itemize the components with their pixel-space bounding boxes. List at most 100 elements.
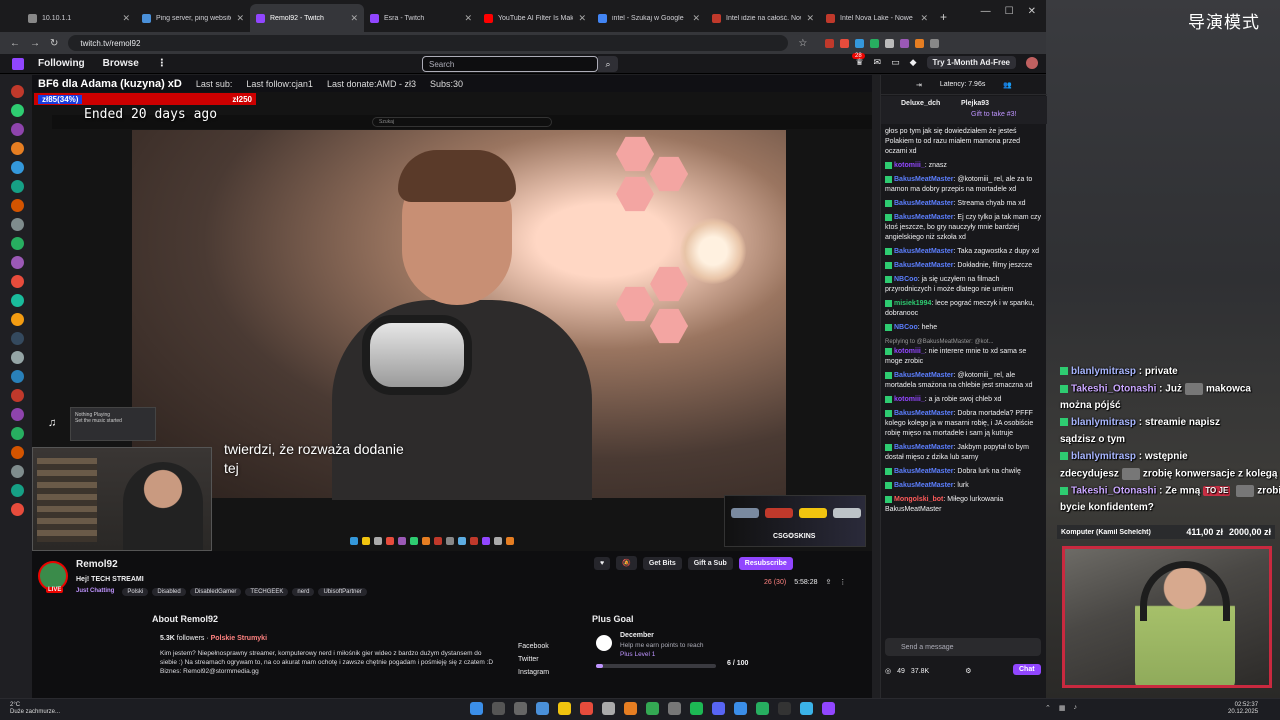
tab-close-icon[interactable]: ✕ xyxy=(464,13,472,24)
video-player[interactable]: BF6 dla Adama (kuzyna) xD Last sub: Last… xyxy=(32,75,872,551)
sidebar-channel-avatar[interactable] xyxy=(11,256,24,269)
chat-username[interactable]: BakusMeatMaster xyxy=(894,482,954,489)
app-icon[interactable] xyxy=(580,702,593,715)
gift-sub-button[interactable]: Gift a Sub xyxy=(687,556,733,570)
chat-username[interactable]: BakusMeatMaster xyxy=(894,444,954,451)
chat-username[interactable]: NBCoo xyxy=(894,276,918,283)
social-link[interactable]: Twitter xyxy=(518,656,549,663)
nav-following[interactable]: Following xyxy=(38,58,85,69)
sidebar-channel-avatar[interactable] xyxy=(11,142,24,155)
tab-close-icon[interactable]: ✕ xyxy=(122,13,130,24)
nav-browse[interactable]: Browse xyxy=(103,58,139,69)
close-icon[interactable]: ✕ xyxy=(1028,6,1036,17)
tab-close-icon[interactable]: ✕ xyxy=(350,13,358,24)
maximize-icon[interactable]: ☐ xyxy=(1005,6,1014,17)
social-link[interactable]: Instagram xyxy=(518,669,549,676)
obs-icon[interactable] xyxy=(778,702,791,715)
sidebar-channel-avatar[interactable] xyxy=(11,465,24,478)
tab-close-icon[interactable]: ✕ xyxy=(806,13,814,24)
sidebar-channel-avatar[interactable] xyxy=(11,161,24,174)
browser-tab[interactable]: 10.10.1.1 ✕ xyxy=(22,4,136,32)
sidebar-channel-avatar[interactable] xyxy=(11,275,24,288)
chat-username[interactable]: BakusMeatMaster xyxy=(894,200,954,207)
extension-icon[interactable] xyxy=(900,38,910,48)
tag[interactable]: Disabled xyxy=(152,588,186,596)
spotify-icon[interactable] xyxy=(690,702,703,715)
chat-username[interactable]: BakusMeatMaster xyxy=(894,468,954,475)
chat-username[interactable]: BakusMeatMaster xyxy=(894,372,954,379)
tag[interactable]: DisabledGamer xyxy=(189,588,242,596)
extension-icon[interactable] xyxy=(915,38,925,48)
chevron-up-icon[interactable]: ⌃ xyxy=(1045,704,1051,712)
app-icon[interactable] xyxy=(822,702,835,715)
sidebar-channel-avatar[interactable] xyxy=(11,332,24,345)
collapse-chat-icon[interactable]: ⇥ xyxy=(916,81,922,89)
sidebar-channel-avatar[interactable] xyxy=(11,408,24,421)
sidebar-channel-avatar[interactable] xyxy=(11,199,24,212)
sidebar-channel-avatar[interactable] xyxy=(11,446,24,459)
sidebar-channel-avatar[interactable] xyxy=(11,180,24,193)
chat-input[interactable]: Send a message xyxy=(885,638,1041,656)
notification-bell-icon[interactable]: 🔕 xyxy=(616,556,637,570)
sidebar-channel-avatar[interactable] xyxy=(11,123,24,136)
chat-username[interactable]: misiek1994 xyxy=(894,300,931,307)
app-icon[interactable] xyxy=(800,702,813,715)
social-link[interactable]: Facebook xyxy=(518,643,549,650)
channel-name[interactable]: Remol92 xyxy=(76,559,118,570)
search-icon[interactable] xyxy=(492,702,505,715)
gift-cta[interactable]: Gift to take #3! xyxy=(971,111,1017,118)
twitch-logo-icon[interactable] xyxy=(12,57,24,70)
chat-username[interactable]: kotomiii_ xyxy=(894,396,925,403)
discord-icon[interactable] xyxy=(712,702,725,715)
share-icon[interactable]: ⇪ xyxy=(826,578,832,586)
new-tab-icon[interactable]: + xyxy=(940,10,947,24)
volume-icon[interactable]: ♪ xyxy=(1074,704,1078,712)
extension-icon[interactable] xyxy=(885,38,895,48)
ad-free-button[interactable]: Try 1-Month Ad-Free xyxy=(926,56,1016,69)
browser-tab[interactable]: Remol92 - Twitch ✕ xyxy=(250,4,364,32)
chat-username[interactable]: Mongolski_bot xyxy=(894,496,943,503)
chat-username[interactable]: BakusMeatMaster xyxy=(894,214,954,221)
chat-settings-icon[interactable]: ⚙ xyxy=(965,667,971,675)
sidebar-channel-avatar[interactable] xyxy=(11,237,24,250)
more-icon[interactable]: ⋮ xyxy=(157,58,167,69)
tag[interactable]: nerd xyxy=(292,588,315,596)
bits-icon[interactable]: ◆ xyxy=(910,57,917,68)
browser-tab[interactable]: Ping server, ping website : Ch ✕ xyxy=(136,4,250,32)
chat-username[interactable]: BakusMeatMaster xyxy=(894,262,954,269)
sidebar-channel-avatar[interactable] xyxy=(11,85,24,98)
browser-tab[interactable]: Intel Nova Lake - Nowe infor ✕ xyxy=(820,4,934,32)
region-team[interactable]: Polskie Strumyki xyxy=(211,635,267,642)
chat-username[interactable]: BakusMeatMaster xyxy=(894,248,954,255)
extension-icon[interactable] xyxy=(840,38,850,48)
app-icon[interactable] xyxy=(756,702,769,715)
tab-close-icon[interactable]: ✕ xyxy=(692,13,700,24)
search-icon[interactable]: ⌕ xyxy=(598,56,618,72)
network-icon[interactable]: ▦ xyxy=(1059,704,1066,712)
extension-icon[interactable] xyxy=(855,38,865,48)
chat-username[interactable]: kotomiii_ xyxy=(894,348,925,355)
users-icon[interactable]: 👥 xyxy=(1003,81,1012,89)
task-view-icon[interactable] xyxy=(514,702,527,715)
profile-icon[interactable] xyxy=(930,38,940,48)
start-icon[interactable] xyxy=(470,702,483,715)
clock[interactable]: 02:52:37 20.12.2025 xyxy=(1228,702,1258,716)
sidebar-channel-avatar[interactable] xyxy=(11,427,24,440)
back-icon[interactable]: ← xyxy=(10,38,20,49)
minimize-icon[interactable]: — xyxy=(981,6,991,17)
chat-icon[interactable]: ▭ xyxy=(891,57,900,68)
chat-username[interactable]: BakusMeatMaster xyxy=(894,410,954,417)
weather-widget[interactable]: 2°C Duże zachmurze... xyxy=(10,702,60,716)
browser-tab[interactable]: YouTube AI Filter Is Making I ✕ xyxy=(478,4,592,32)
app-icon[interactable] xyxy=(668,702,681,715)
browser-tab[interactable]: intel - Szukaj w Google ✕ xyxy=(592,4,706,32)
tab-close-icon[interactable]: ✕ xyxy=(920,13,928,24)
browser-tab[interactable]: Intel idzie na całość. Nowa Li ✕ xyxy=(706,4,820,32)
chat-username[interactable]: kotomiii_ xyxy=(894,162,925,169)
get-bits-button[interactable]: Get Bits xyxy=(642,556,682,570)
folder-icon[interactable] xyxy=(558,702,571,715)
chat-username[interactable]: NBCoo xyxy=(894,324,918,331)
reload-icon[interactable]: ↻ xyxy=(50,38,58,49)
extension-icon[interactable] xyxy=(870,38,880,48)
tab-close-icon[interactable]: ✕ xyxy=(578,13,586,24)
